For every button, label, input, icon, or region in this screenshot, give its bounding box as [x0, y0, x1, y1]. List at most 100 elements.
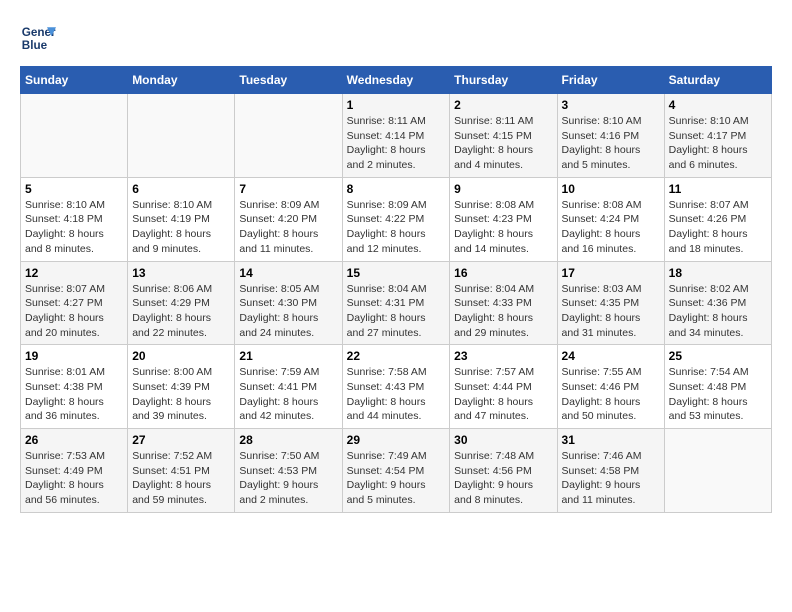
day-info: Sunrise: 7:54 AM Sunset: 4:48 PM Dayligh… [669, 365, 767, 424]
sunset: Sunset: 4:46 PM [562, 381, 640, 393]
daylight: Daylight: 8 hours and 27 minutes. [347, 312, 426, 339]
sunset: Sunset: 4:31 PM [347, 297, 425, 309]
calendar-cell: 21 Sunrise: 7:59 AM Sunset: 4:41 PM Dayl… [235, 345, 342, 429]
day-number: 29 [347, 433, 446, 447]
day-info: Sunrise: 8:07 AM Sunset: 4:26 PM Dayligh… [669, 198, 767, 257]
sunset: Sunset: 4:38 PM [25, 381, 103, 393]
day-number: 14 [239, 266, 337, 280]
calendar-cell [235, 94, 342, 178]
calendar-week-1: 1 Sunrise: 8:11 AM Sunset: 4:14 PM Dayli… [21, 94, 772, 178]
sunset: Sunset: 4:53 PM [239, 465, 317, 477]
calendar-cell: 23 Sunrise: 7:57 AM Sunset: 4:44 PM Dayl… [450, 345, 557, 429]
day-number: 22 [347, 349, 446, 363]
daylight: Daylight: 8 hours and 34 minutes. [669, 312, 748, 339]
sunrise: Sunrise: 7:57 AM [454, 366, 534, 378]
day-info: Sunrise: 8:10 AM Sunset: 4:18 PM Dayligh… [25, 198, 123, 257]
day-info: Sunrise: 8:03 AM Sunset: 4:35 PM Dayligh… [562, 282, 660, 341]
day-number: 5 [25, 182, 123, 196]
sunrise: Sunrise: 8:10 AM [25, 199, 105, 211]
sunset: Sunset: 4:36 PM [669, 297, 747, 309]
day-info: Sunrise: 7:49 AM Sunset: 4:54 PM Dayligh… [347, 449, 446, 508]
sunrise: Sunrise: 8:07 AM [25, 283, 105, 295]
sunset: Sunset: 4:49 PM [25, 465, 103, 477]
calendar-week-2: 5 Sunrise: 8:10 AM Sunset: 4:18 PM Dayli… [21, 177, 772, 261]
sunset: Sunset: 4:30 PM [239, 297, 317, 309]
daylight: Daylight: 8 hours and 4 minutes. [454, 144, 533, 171]
calendar-cell: 20 Sunrise: 8:00 AM Sunset: 4:39 PM Dayl… [128, 345, 235, 429]
day-number: 30 [454, 433, 552, 447]
day-number: 28 [239, 433, 337, 447]
calendar-cell: 7 Sunrise: 8:09 AM Sunset: 4:20 PM Dayli… [235, 177, 342, 261]
day-number: 15 [347, 266, 446, 280]
calendar-week-4: 19 Sunrise: 8:01 AM Sunset: 4:38 PM Dayl… [21, 345, 772, 429]
sunset: Sunset: 4:27 PM [25, 297, 103, 309]
calendar-week-5: 26 Sunrise: 7:53 AM Sunset: 4:49 PM Dayl… [21, 429, 772, 513]
sunrise: Sunrise: 8:08 AM [454, 199, 534, 211]
day-info: Sunrise: 7:50 AM Sunset: 4:53 PM Dayligh… [239, 449, 337, 508]
logo: General Blue [20, 20, 56, 56]
calendar-cell: 9 Sunrise: 8:08 AM Sunset: 4:23 PM Dayli… [450, 177, 557, 261]
calendar-cell: 22 Sunrise: 7:58 AM Sunset: 4:43 PM Dayl… [342, 345, 450, 429]
calendar-cell: 14 Sunrise: 8:05 AM Sunset: 4:30 PM Dayl… [235, 261, 342, 345]
calendar-cell: 29 Sunrise: 7:49 AM Sunset: 4:54 PM Dayl… [342, 429, 450, 513]
calendar-cell: 13 Sunrise: 8:06 AM Sunset: 4:29 PM Dayl… [128, 261, 235, 345]
day-info: Sunrise: 7:52 AM Sunset: 4:51 PM Dayligh… [132, 449, 230, 508]
calendar-week-3: 12 Sunrise: 8:07 AM Sunset: 4:27 PM Dayl… [21, 261, 772, 345]
daylight: Daylight: 8 hours and 16 minutes. [562, 228, 641, 255]
sunset: Sunset: 4:41 PM [239, 381, 317, 393]
day-number: 21 [239, 349, 337, 363]
sunrise: Sunrise: 7:54 AM [669, 366, 749, 378]
day-number: 9 [454, 182, 552, 196]
day-number: 23 [454, 349, 552, 363]
sunset: Sunset: 4:20 PM [239, 213, 317, 225]
sunrise: Sunrise: 8:09 AM [347, 199, 427, 211]
day-info: Sunrise: 8:05 AM Sunset: 4:30 PM Dayligh… [239, 282, 337, 341]
sunrise: Sunrise: 7:59 AM [239, 366, 319, 378]
day-number: 20 [132, 349, 230, 363]
logo-icon: General Blue [20, 20, 56, 56]
sunset: Sunset: 4:14 PM [347, 130, 425, 142]
calendar-cell: 5 Sunrise: 8:10 AM Sunset: 4:18 PM Dayli… [21, 177, 128, 261]
day-number: 16 [454, 266, 552, 280]
sunrise: Sunrise: 8:06 AM [132, 283, 212, 295]
sunset: Sunset: 4:22 PM [347, 213, 425, 225]
day-header-friday: Friday [557, 67, 664, 94]
daylight: Daylight: 8 hours and 8 minutes. [25, 228, 104, 255]
daylight: Daylight: 9 hours and 11 minutes. [562, 479, 641, 506]
sunrise: Sunrise: 8:11 AM [347, 115, 426, 127]
day-header-sunday: Sunday [21, 67, 128, 94]
sunset: Sunset: 4:18 PM [25, 213, 103, 225]
sunrise: Sunrise: 8:10 AM [669, 115, 749, 127]
sunrise: Sunrise: 8:03 AM [562, 283, 642, 295]
day-info: Sunrise: 8:09 AM Sunset: 4:22 PM Dayligh… [347, 198, 446, 257]
sunset: Sunset: 4:33 PM [454, 297, 532, 309]
daylight: Daylight: 8 hours and 5 minutes. [562, 144, 641, 171]
daylight: Daylight: 8 hours and 42 minutes. [239, 396, 318, 423]
day-info: Sunrise: 8:01 AM Sunset: 4:38 PM Dayligh… [25, 365, 123, 424]
day-info: Sunrise: 7:58 AM Sunset: 4:43 PM Dayligh… [347, 365, 446, 424]
sunrise: Sunrise: 8:11 AM [454, 115, 533, 127]
calendar-cell: 10 Sunrise: 8:08 AM Sunset: 4:24 PM Dayl… [557, 177, 664, 261]
calendar-cell: 3 Sunrise: 8:10 AM Sunset: 4:16 PM Dayli… [557, 94, 664, 178]
calendar-cell: 17 Sunrise: 8:03 AM Sunset: 4:35 PM Dayl… [557, 261, 664, 345]
day-info: Sunrise: 7:59 AM Sunset: 4:41 PM Dayligh… [239, 365, 337, 424]
day-info: Sunrise: 8:02 AM Sunset: 4:36 PM Dayligh… [669, 282, 767, 341]
day-info: Sunrise: 8:08 AM Sunset: 4:23 PM Dayligh… [454, 198, 552, 257]
page-header: General Blue [20, 20, 772, 56]
sunset: Sunset: 4:58 PM [562, 465, 640, 477]
calendar-cell [664, 429, 771, 513]
day-header-wednesday: Wednesday [342, 67, 450, 94]
sunrise: Sunrise: 8:05 AM [239, 283, 319, 295]
calendar-cell: 4 Sunrise: 8:10 AM Sunset: 4:17 PM Dayli… [664, 94, 771, 178]
daylight: Daylight: 8 hours and 50 minutes. [562, 396, 641, 423]
sunrise: Sunrise: 8:10 AM [562, 115, 642, 127]
day-info: Sunrise: 8:10 AM Sunset: 4:19 PM Dayligh… [132, 198, 230, 257]
daylight: Daylight: 8 hours and 56 minutes. [25, 479, 104, 506]
day-number: 25 [669, 349, 767, 363]
sunset: Sunset: 4:23 PM [454, 213, 532, 225]
daylight: Daylight: 8 hours and 6 minutes. [669, 144, 748, 171]
daylight: Daylight: 8 hours and 53 minutes. [669, 396, 748, 423]
sunset: Sunset: 4:56 PM [454, 465, 532, 477]
calendar-cell: 8 Sunrise: 8:09 AM Sunset: 4:22 PM Dayli… [342, 177, 450, 261]
sunrise: Sunrise: 8:01 AM [25, 366, 105, 378]
